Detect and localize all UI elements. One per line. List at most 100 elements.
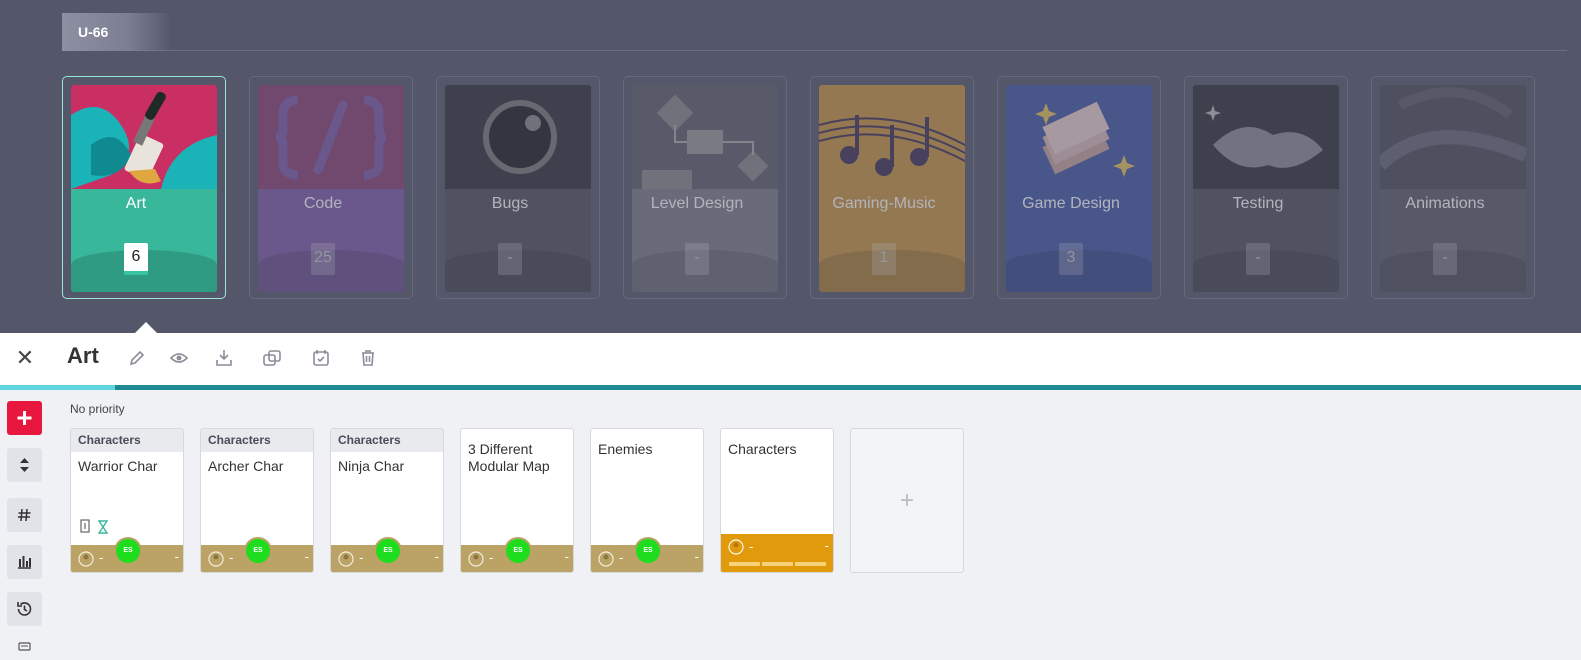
task-meta-right: - [564,549,569,564]
category-card-art[interactable]: Art 6 [62,76,226,299]
attachment-icon[interactable] [79,519,91,535]
task-meta-left: - [489,550,494,565]
assignee-placeholder-icon [78,551,94,567]
task-meta-right: - [694,549,699,564]
category-card-bugs[interactable]: Bugs - [436,76,600,299]
assignee-avatar[interactable]: ES [504,537,532,565]
sort-button[interactable] [7,448,42,482]
eye-icon[interactable] [168,347,190,369]
pencil-icon[interactable] [126,347,148,369]
keyboard-icon [18,642,31,651]
hourglass-icon[interactable] [97,519,109,535]
code-brackets-illustration [258,85,404,189]
task-name: Warrior Char [78,458,158,474]
swirl-illustration [1380,85,1526,189]
history-icon [17,602,32,616]
stats-button[interactable] [7,545,42,579]
category-count: - [1433,243,1457,275]
category-count: 3 [1059,243,1083,275]
subtask-progress [729,562,826,566]
active-category-pointer [135,322,157,333]
assignee-placeholder-icon [208,551,224,567]
category-count: 1 [872,243,896,275]
task-name: 3 Different Modular Map [468,441,550,474]
category-card-level-design[interactable]: Level Design - [623,76,787,299]
assignee-placeholder-icon [468,551,484,567]
calendar-icon[interactable] [310,347,332,369]
task-card[interactable]: Characters Ninja Char - - ES [330,428,444,573]
documents-illustration [1006,85,1152,189]
music-notes-illustration [819,85,965,189]
category-card-gaming-music[interactable]: Gaming-Music 1 [810,76,974,299]
task-meta-left: - [359,550,364,565]
task-name: Archer Char [208,458,284,474]
task-meta-left: - [99,550,104,565]
paintbrush-illustration [71,85,217,189]
keyboard-button[interactable] [7,638,42,660]
assignee-placeholder-icon [598,551,614,567]
category-name: Game Design [1022,195,1120,212]
task-meta-left: - [619,550,624,565]
category-count: 6 [124,243,148,275]
category-name: Level Design [650,195,744,212]
flowchart-illustration [632,85,778,189]
project-tag[interactable]: U-66 [62,13,172,51]
task-meta-left: - [229,550,234,565]
assignee-placeholder-icon [338,551,354,567]
category-progress-bar [0,385,1581,390]
trash-icon[interactable] [357,347,379,369]
task-meta-right: - [174,549,179,564]
task-meta-right: - [304,549,309,564]
assignee-avatar[interactable]: ES [244,537,272,565]
handshake-illustration [1193,85,1339,189]
priority-group-label: No priority [70,402,125,416]
task-footer: - - [721,534,833,572]
task-card[interactable]: 3 Different Modular Map - - ES [460,428,574,573]
category-name: Art [125,195,147,212]
task-meta-right: - [824,538,829,553]
category-title: Art [67,343,99,368]
assignee-avatar[interactable]: ES [634,537,662,565]
category-card-game-design[interactable]: Game Design 3 [997,76,1161,299]
task-category: Characters [201,429,313,452]
assignee-avatar[interactable]: ES [374,537,402,565]
category-name: Gaming-Music [832,195,936,212]
category-count: - [1246,243,1270,275]
category-count: - [498,243,522,275]
task-card[interactable]: Characters Archer Char - - ES [200,428,314,573]
category-count: - [685,243,709,275]
task-category: Characters [71,429,183,452]
close-icon[interactable]: ✕ [14,346,36,370]
magnifier-illustration [445,85,591,189]
task-name: Ninja Char [338,458,405,474]
task-category: Characters [331,429,443,452]
category-count: 25 [311,243,335,275]
add-task-card[interactable]: + [850,428,964,573]
add-task-button[interactable] [7,401,42,435]
task-card[interactable]: Characters - - [720,428,834,573]
task-name: Enemies [598,441,653,457]
task-meta-right: - [434,549,439,564]
download-icon[interactable] [213,347,235,369]
sort-icon [20,458,29,472]
plus-icon [17,411,32,425]
duplicate-icon[interactable] [261,347,283,369]
category-card-animations[interactable]: Animations - [1371,76,1535,299]
category-card-testing[interactable]: Testing - [1184,76,1348,299]
hash-button[interactable] [7,498,42,532]
category-name: Animations [1405,195,1485,212]
history-button[interactable] [7,592,42,626]
assignee-avatar[interactable]: ES [114,537,142,565]
task-card[interactable]: Characters Warrior Char - - ES [70,428,184,573]
category-panel: U-66 Art 6 Code 25 Bugs - Level Design -… [0,0,1581,333]
hash-icon [18,508,31,522]
task-name: Characters [728,441,797,457]
task-meta-left: - [749,539,754,554]
category-name: Testing [1232,195,1284,212]
category-toolbar: ✕ Art [0,333,1581,385]
bar-chart-icon [18,556,31,569]
category-name: Bugs [491,195,529,212]
category-name: Code [303,195,343,212]
category-card-code[interactable]: Code 25 [249,76,413,299]
task-card[interactable]: Enemies - - ES [590,428,704,573]
